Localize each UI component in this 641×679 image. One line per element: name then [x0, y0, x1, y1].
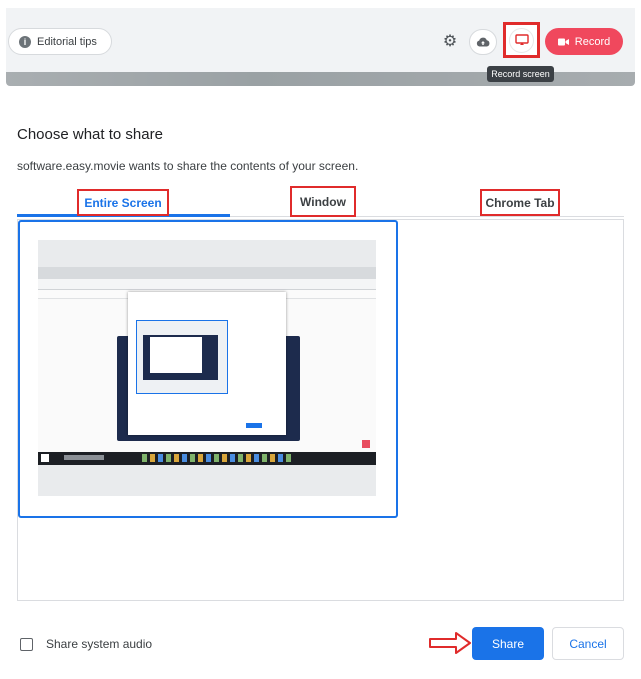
thumbnail-record-badge — [362, 440, 370, 448]
red-arrow-annotation-icon — [429, 632, 471, 654]
record-screen-button-inner — [509, 27, 534, 53]
dialog-subtitle: software.easy.movie wants to share the c… — [17, 159, 359, 173]
thumbnail-browser-tabs — [38, 267, 376, 279]
record-screen-button[interactable] — [503, 22, 540, 58]
thumbnail-inner-dialog — [150, 337, 202, 373]
share-button[interactable]: Share — [472, 627, 544, 660]
info-icon: i — [19, 35, 31, 48]
cloud-upload-button[interactable] — [469, 29, 497, 55]
gear-icon[interactable]: ⚙ — [441, 33, 459, 51]
cloud-upload-icon — [476, 37, 490, 47]
thumbnail-search-box — [64, 455, 104, 460]
tab-entire-screen[interactable]: Entire Screen — [77, 189, 169, 216]
cancel-button[interactable]: Cancel — [552, 627, 624, 660]
thumbnail-share-button — [246, 423, 262, 428]
record-button[interactable]: Record — [545, 28, 623, 55]
video-camera-icon — [557, 38, 569, 45]
share-audio-checkbox[interactable] — [20, 638, 33, 651]
share-audio-label: Share system audio — [46, 637, 153, 651]
thumbnail-start-icon — [41, 454, 49, 462]
app-toolbar: i Editorial tips ⚙ Record Record screen — [0, 0, 641, 88]
dialog-title: Choose what to share — [17, 126, 163, 143]
screen-cast-icon — [514, 34, 529, 45]
record-screen-tooltip: Record screen — [487, 66, 554, 82]
tab-window[interactable]: Window — [290, 186, 356, 217]
thumbnail-address-bar — [38, 279, 376, 290]
editorial-tips-button[interactable]: i Editorial tips — [8, 28, 112, 55]
screen-thumbnail — [38, 240, 376, 496]
tab-chrome-tab[interactable]: Chrome Tab — [480, 189, 560, 216]
editorial-tips-label: Editorial tips — [37, 35, 97, 48]
thumbnail-taskbar-icons — [142, 454, 292, 462]
record-label: Record — [574, 35, 611, 48]
